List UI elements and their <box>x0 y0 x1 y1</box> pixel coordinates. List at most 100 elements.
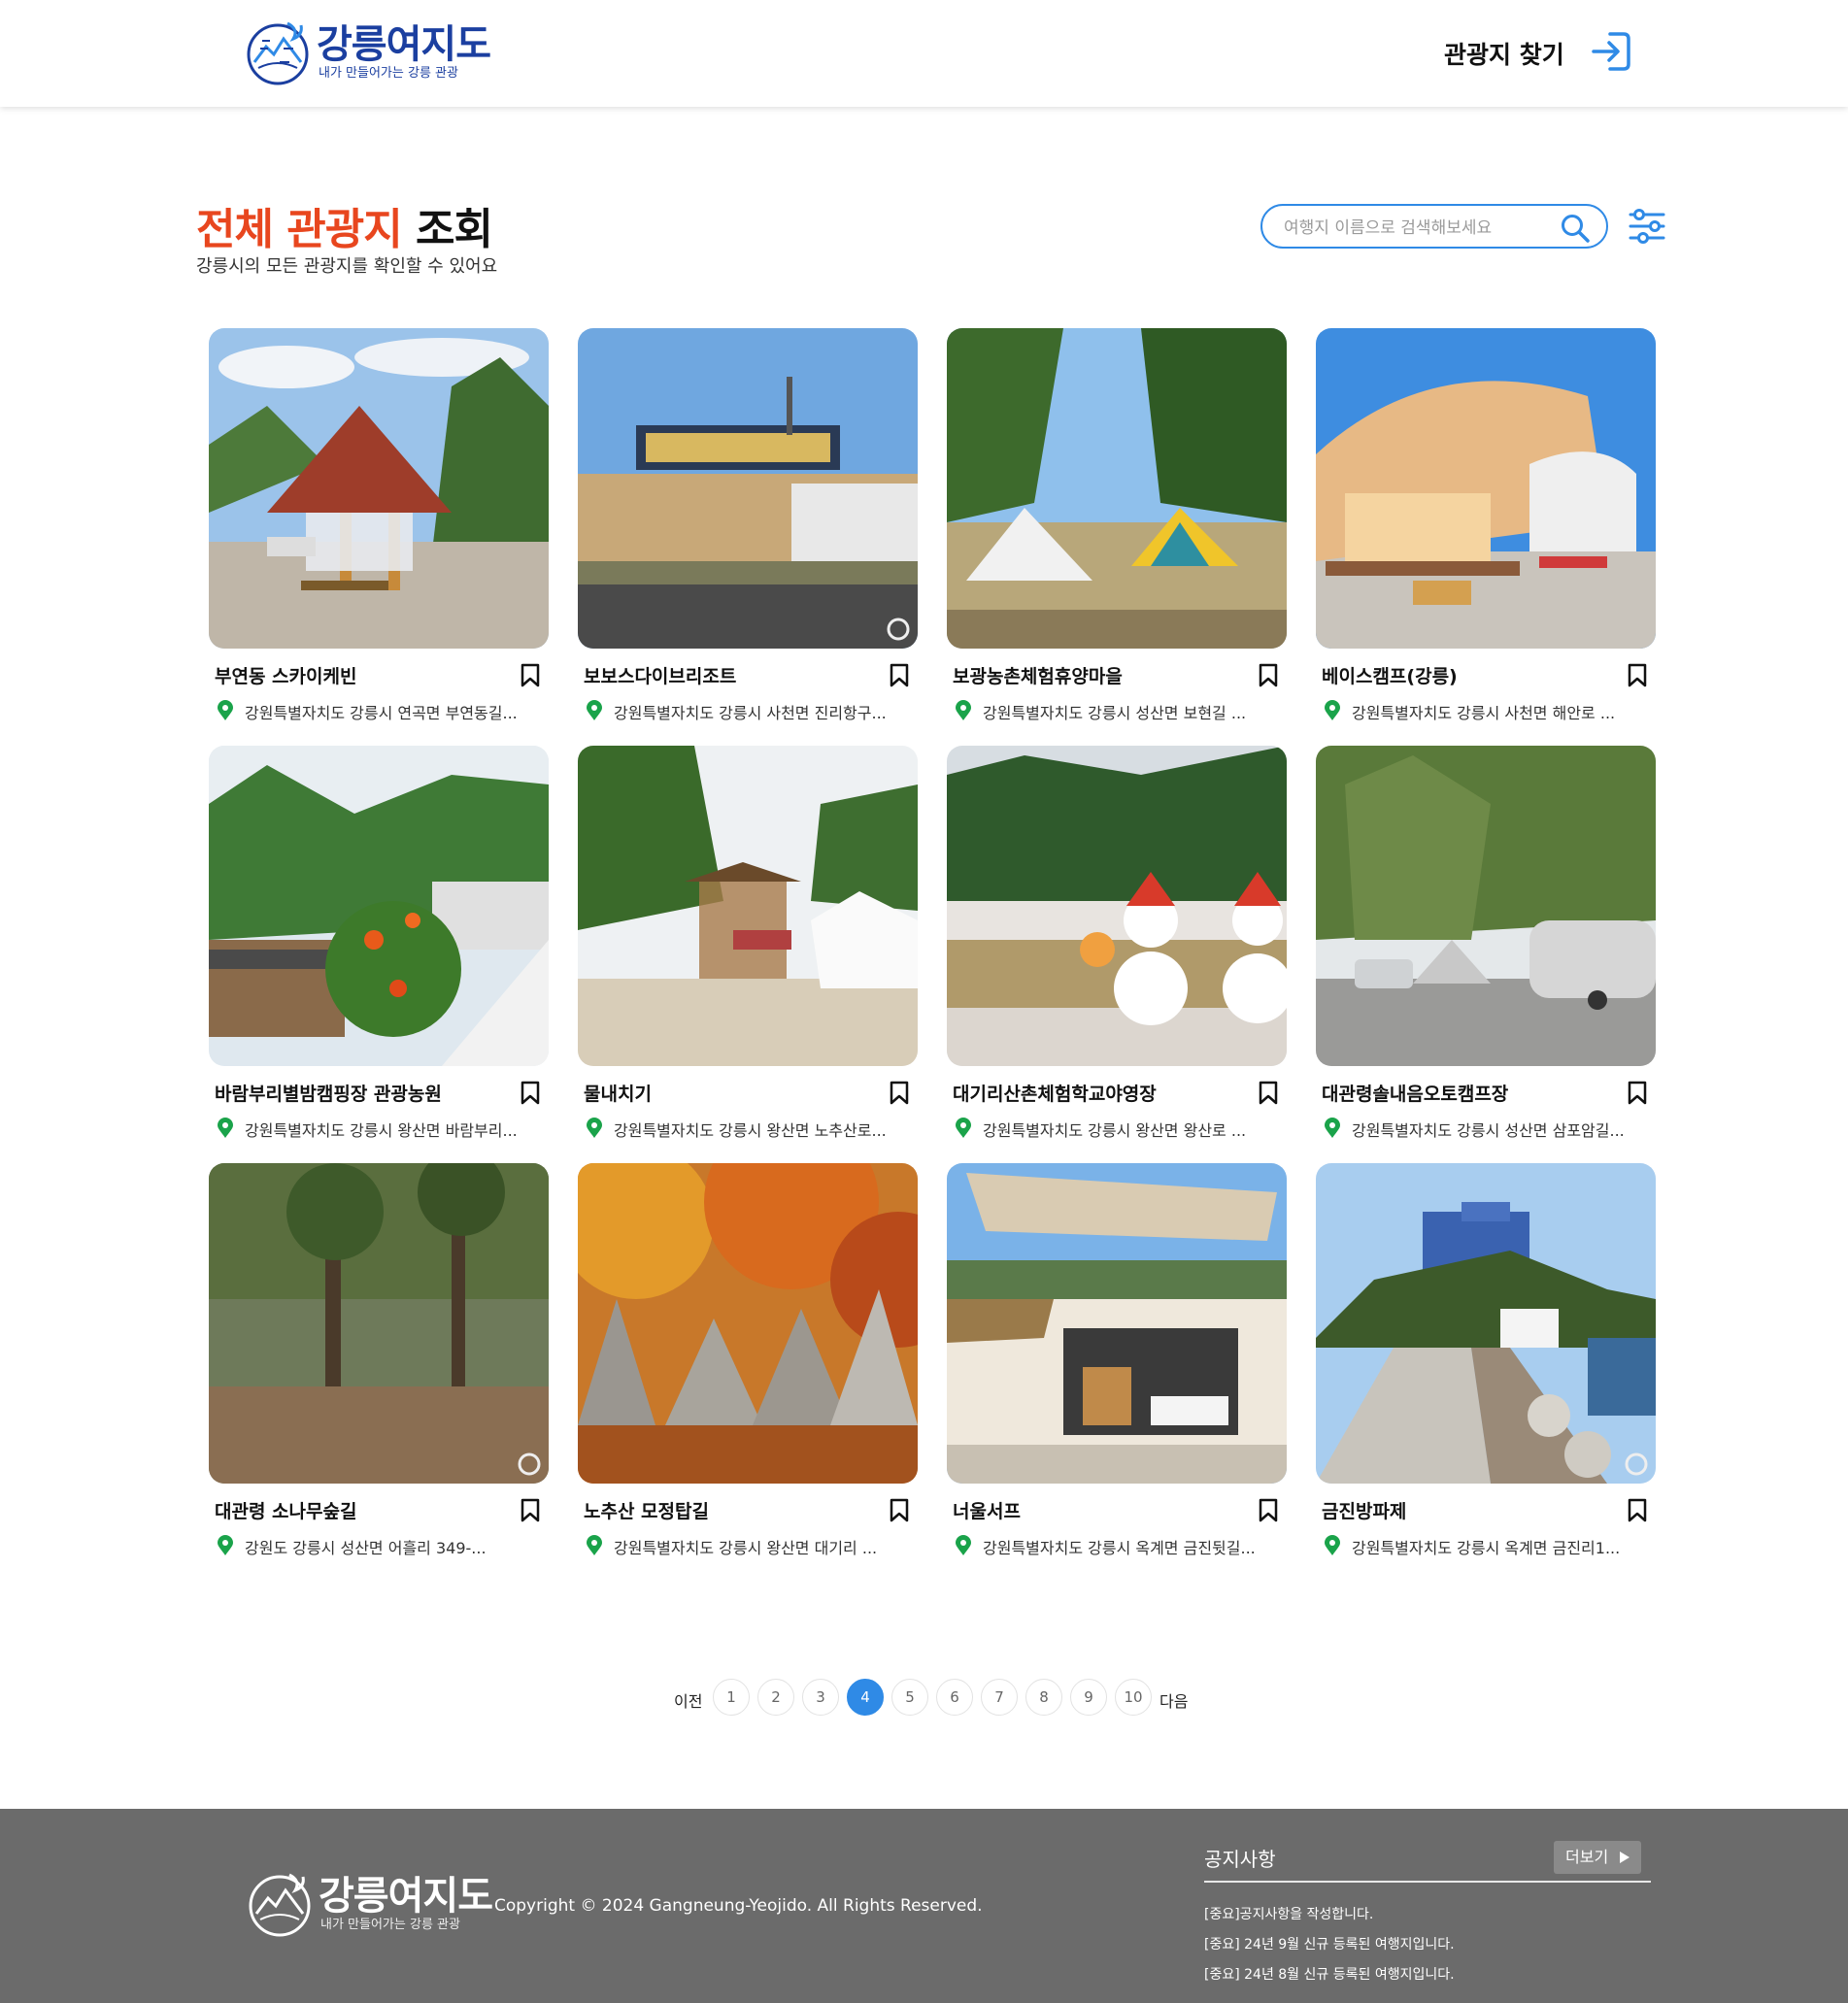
page-title-accent: 전체 관광지 <box>196 205 403 254</box>
place-card[interactable]: 금진방파제 강원특별자치도 강릉시 옥계면 금진리1... <box>1316 1163 1656 1571</box>
location-pin-icon <box>218 700 233 720</box>
notice-title: 공지사항 <box>1204 1848 1276 1871</box>
place-card[interactable]: 보광농촌체험휴양마을 강원특별자치도 강릉시 성산면 보현길 ... <box>947 328 1287 736</box>
place-card[interactable]: 물내치기 강원특별자치도 강릉시 왕산면 노추산로... <box>578 746 918 1153</box>
place-photo[interactable] <box>209 746 549 1066</box>
place-name[interactable]: 금진방파제 <box>1322 1497 1406 1523</box>
place-address: 강원특별자치도 강릉시 옥계면 금진뒷길... <box>983 1539 1256 1557</box>
location-pin-icon <box>956 1535 971 1555</box>
location-pin-icon <box>587 1535 602 1555</box>
pagination-prev[interactable]: 이전 <box>674 1688 702 1712</box>
site-footer: 강릉여지도 내가 만들어가는 강릉 관광 Copyright © 2024 Ga… <box>0 1809 1848 2003</box>
place-photo[interactable] <box>1316 1163 1656 1484</box>
search-input[interactable] <box>1282 214 1558 243</box>
place-card[interactable]: 바람부리별밤캠핑장 관광농원 강원특별자치도 강릉시 왕산면 바람부리... <box>209 746 549 1153</box>
nav-find-places[interactable]: 관광지 찾기 <box>1444 36 1564 71</box>
page-button[interactable]: 2 <box>757 1679 794 1716</box>
place-name[interactable]: 대관령솔내음오토캠프장 <box>1322 1080 1508 1106</box>
place-card[interactable]: 대관령솔내음오토캠프장 강원특별자치도 강릉시 성산면 삼포암길... <box>1316 746 1656 1153</box>
place-photo[interactable] <box>1316 746 1656 1066</box>
page-button[interactable]: 7 <box>981 1679 1018 1716</box>
place-address: 강원특별자치도 강릉시 성산면 삼포암길... <box>1352 1121 1625 1140</box>
notice-item[interactable]: [중요] 24년 9월 신규 등록된 여행지입니다. <box>1204 1934 1455 1953</box>
location-pin-icon <box>218 1118 233 1138</box>
footer-logo-title: 강릉여지도 <box>319 1874 493 1919</box>
location-pin-icon <box>956 700 971 720</box>
place-photo[interactable] <box>209 1163 549 1484</box>
page-button[interactable]: 10 <box>1115 1679 1152 1716</box>
location-pin-icon <box>587 700 602 720</box>
page-button[interactable]: 9 <box>1070 1679 1107 1716</box>
bookmark-icon[interactable] <box>889 1498 910 1523</box>
place-photo[interactable] <box>578 1163 918 1484</box>
location-pin-icon <box>1325 1535 1340 1555</box>
filter-sliders-icon[interactable] <box>1628 207 1666 246</box>
page-button[interactable]: 5 <box>891 1679 928 1716</box>
notice-item[interactable]: [중요]공지사항을 작성합니다. <box>1204 1904 1373 1923</box>
bookmark-icon[interactable] <box>520 1081 541 1106</box>
logo-globe-icon <box>247 21 309 85</box>
site-logo[interactable]: 강릉여지도 내가 만들어가는 강릉 관광 <box>245 17 491 87</box>
search-icon[interactable] <box>1559 212 1592 245</box>
login-arrow-icon[interactable] <box>1589 29 1633 74</box>
bookmark-icon[interactable] <box>889 1081 910 1106</box>
notice-more-button[interactable]: 더보기 <box>1554 1841 1641 1874</box>
place-card[interactable]: 너울서프 강원특별자치도 강릉시 옥계면 금진뒷길... <box>947 1163 1287 1571</box>
page-button-current[interactable]: 4 <box>847 1679 884 1716</box>
footer-logo[interactable]: 강릉여지도 내가 만들어가는 강릉 관광 <box>247 1871 493 1937</box>
bookmark-icon[interactable] <box>1258 1498 1279 1523</box>
pagination-next[interactable]: 다음 <box>1159 1688 1188 1712</box>
page-button[interactable]: 6 <box>936 1679 973 1716</box>
logo-globe-icon <box>249 1873 311 1937</box>
place-card[interactable]: 노추산 모정탑길 강원특별자치도 강릉시 왕산면 대기리 ... <box>578 1163 918 1571</box>
page-title-rest: 조회 <box>416 205 493 254</box>
logo-subtitle: 내가 만들어가는 강릉 관광 <box>319 66 458 81</box>
place-photo[interactable] <box>947 746 1287 1066</box>
place-name[interactable]: 보광농촌체험휴양마을 <box>953 662 1123 688</box>
page-button[interactable]: 1 <box>713 1679 750 1716</box>
logo-title: 강릉여지도 <box>317 22 491 67</box>
place-name[interactable]: 노추산 모정탑길 <box>584 1497 709 1523</box>
place-card[interactable]: 대관령 소나무숲길 강원도 강릉시 성산면 어흘리 349-... <box>209 1163 549 1571</box>
bookmark-icon[interactable] <box>520 1498 541 1523</box>
play-triangle-icon <box>1620 1852 1630 1863</box>
notice-divider <box>1204 1881 1651 1883</box>
place-card[interactable]: 보보스다이브리조트 강원특별자치도 강릉시 사천면 진리항구... <box>578 328 918 736</box>
place-name[interactable]: 대기리산촌체험학교야영장 <box>953 1080 1157 1106</box>
place-address: 강원특별자치도 강릉시 왕산면 노추산로... <box>614 1121 887 1140</box>
location-pin-icon <box>587 1118 602 1138</box>
place-name[interactable]: 물내치기 <box>584 1080 652 1106</box>
notice-item[interactable]: [중요] 24년 8월 신규 등록된 여행지입니다. <box>1204 1964 1455 1984</box>
place-address: 강원특별자치도 강릉시 왕산면 왕산로 ... <box>983 1121 1247 1140</box>
bookmark-icon[interactable] <box>1627 1081 1648 1106</box>
bookmark-icon[interactable] <box>889 663 910 688</box>
place-photo[interactable] <box>209 328 549 649</box>
place-card[interactable]: 베이스캠프(강릉) 강원특별자치도 강릉시 사천면 해안로 ... <box>1316 328 1656 736</box>
place-photo[interactable] <box>578 328 918 649</box>
bookmark-icon[interactable] <box>520 663 541 688</box>
place-name[interactable]: 바람부리별밤캠핑장 관광농원 <box>215 1080 442 1106</box>
place-name[interactable]: 부연동 스카이케빈 <box>215 662 356 688</box>
place-photo[interactable] <box>947 1163 1287 1484</box>
search-box <box>1260 204 1608 249</box>
place-card[interactable]: 부연동 스카이케빈 강원특별자치도 강릉시 연곡면 부연동길... <box>209 328 549 736</box>
place-photo[interactable] <box>947 328 1287 649</box>
place-photo[interactable] <box>1316 328 1656 649</box>
place-name[interactable]: 베이스캠프(강릉) <box>1322 662 1458 688</box>
place-name[interactable]: 대관령 소나무숲길 <box>215 1497 356 1523</box>
location-pin-icon <box>956 1118 971 1138</box>
bookmark-icon[interactable] <box>1258 1081 1279 1106</box>
bookmark-icon[interactable] <box>1627 663 1648 688</box>
page-button[interactable]: 8 <box>1025 1679 1062 1716</box>
place-name[interactable]: 보보스다이브리조트 <box>584 662 736 688</box>
pagination: 이전 1 2 3 4 5 6 7 8 9 10 다음 <box>0 1679 1848 1718</box>
bookmark-icon[interactable] <box>1627 1498 1648 1523</box>
place-name[interactable]: 너울서프 <box>953 1497 1021 1523</box>
place-address: 강원특별자치도 강릉시 사천면 진리항구... <box>614 704 887 722</box>
place-photo[interactable] <box>578 746 918 1066</box>
place-address: 강원특별자치도 강릉시 성산면 보현길 ... <box>983 704 1247 722</box>
place-address: 강원특별자치도 강릉시 왕산면 바람부리... <box>245 1121 518 1140</box>
page-button[interactable]: 3 <box>802 1679 839 1716</box>
bookmark-icon[interactable] <box>1258 663 1279 688</box>
place-card[interactable]: 대기리산촌체험학교야영장 강원특별자치도 강릉시 왕산면 왕산로 ... <box>947 746 1287 1153</box>
